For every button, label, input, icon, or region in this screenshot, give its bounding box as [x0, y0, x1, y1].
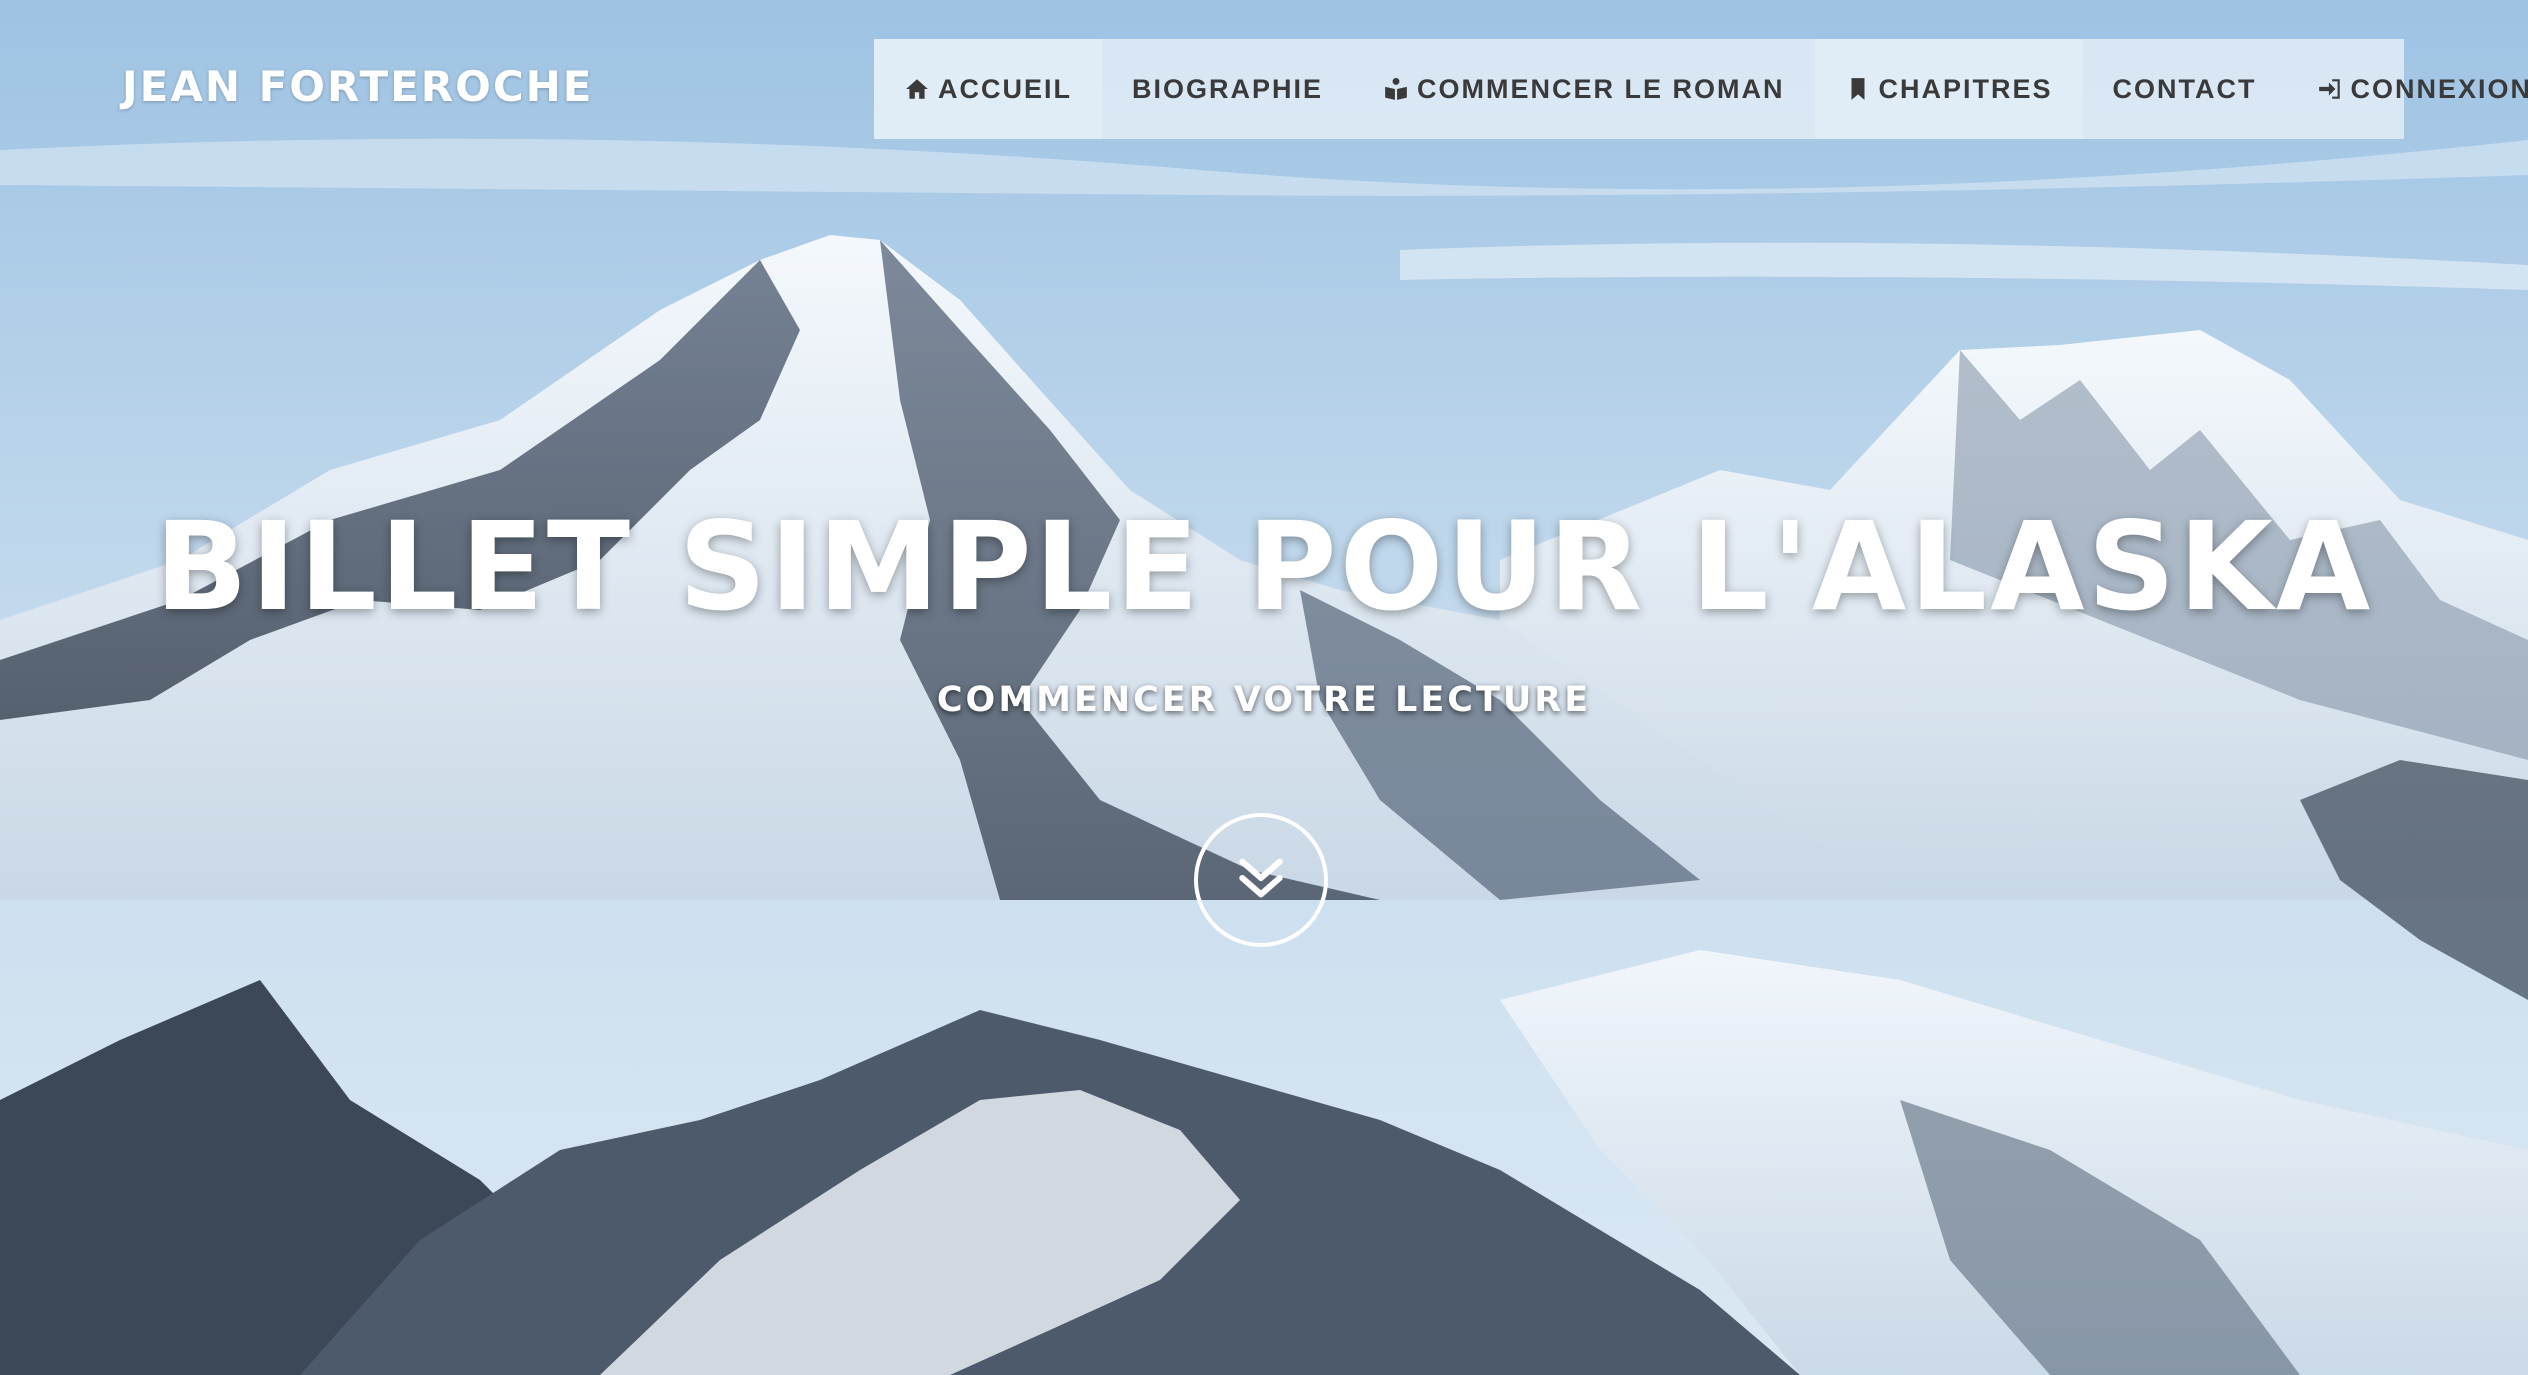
main-navigation: ACCUEIL BIOGRAPHIE COMMENCER LE ROMAN CH… — [874, 39, 2528, 139]
hero-subtitle[interactable]: COMMENCER VOTRE LECTURE — [0, 680, 2528, 720]
nav-item-label: BIOGRAPHIE — [1132, 73, 1324, 104]
hero-section: JEAN FORTEROCHE ACCUEIL BIOGRAPHIE COMME… — [0, 0, 2528, 1375]
nav-item-label: CONNEXION — [2350, 73, 2528, 104]
book-reader-icon — [1383, 76, 1409, 102]
scroll-down-button[interactable] — [1194, 813, 1328, 947]
double-chevron-down-icon — [1233, 850, 1289, 911]
home-icon — [904, 76, 930, 102]
nav-item-label: COMMENCER LE ROMAN — [1417, 73, 1785, 104]
nav-item-chapitres[interactable]: CHAPITRES — [1814, 39, 2083, 139]
nav-item-biographie[interactable]: BIOGRAPHIE — [1102, 39, 1353, 139]
hero-title: BILLET SIMPLE POUR L'ALASKA — [154, 496, 2374, 638]
nav-item-label: CHAPITRES — [1878, 73, 2053, 104]
nav-item-accueil[interactable]: ACCUEIL — [874, 39, 1102, 139]
nav-item-contact[interactable]: CONTACT — [2083, 39, 2287, 139]
nav-item-label: CONTACT — [2112, 73, 2257, 104]
nav-item-connexion[interactable]: CONNEXION — [2287, 39, 2528, 139]
site-logo[interactable]: JEAN FORTEROCHE — [122, 62, 594, 111]
nav-item-label: ACCUEIL — [938, 73, 1072, 104]
bookmark-icon — [1845, 76, 1871, 102]
nav-item-commencer-le-roman[interactable]: COMMENCER LE ROMAN — [1353, 39, 1815, 139]
sign-in-icon — [2317, 76, 2343, 102]
